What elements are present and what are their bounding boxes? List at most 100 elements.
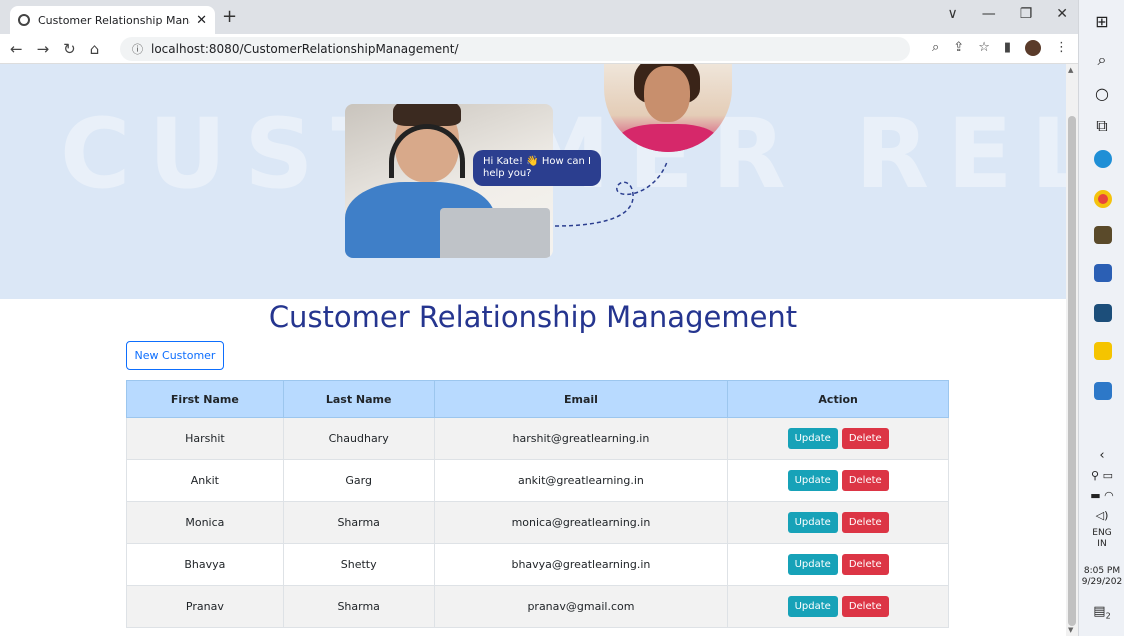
scroll-up-arrow-icon[interactable]: ▲ bbox=[1068, 66, 1073, 74]
app-icon[interactable] bbox=[1094, 226, 1112, 244]
notification-count: 2 bbox=[1105, 611, 1111, 621]
cell-first-name: Ankit bbox=[126, 459, 284, 502]
scrollbar-thumb[interactable] bbox=[1068, 116, 1076, 626]
clock-date: 9/29/202 bbox=[1081, 577, 1123, 587]
update-button[interactable]: Update bbox=[787, 596, 838, 617]
cell-email: pranav@gmail.com bbox=[433, 585, 729, 628]
scroll-down-arrow-icon[interactable]: ▼ bbox=[1068, 626, 1073, 634]
cell-actions: Update Delete bbox=[727, 501, 949, 544]
customer-image bbox=[604, 64, 732, 152]
delete-button[interactable]: Delete bbox=[841, 428, 889, 449]
word-icon[interactable] bbox=[1094, 264, 1112, 282]
delete-button[interactable]: Delete bbox=[841, 512, 889, 533]
info-icon[interactable]: ⓘ bbox=[132, 41, 143, 57]
cell-actions: Update Delete bbox=[727, 585, 949, 628]
globe-icon bbox=[18, 14, 30, 26]
tab-title: Customer Relationship Managem bbox=[38, 13, 190, 27]
toolbar-icons: ⌕ ⇪ ☆ ▮ ⋮ bbox=[932, 40, 1068, 56]
header-last-name: Last Name bbox=[282, 380, 435, 418]
photos-icon[interactable] bbox=[1094, 382, 1112, 400]
profile-avatar[interactable] bbox=[1025, 40, 1041, 56]
clock-time: 8:05 PM bbox=[1083, 566, 1121, 576]
cell-last-name: Sharma bbox=[282, 585, 435, 628]
cell-actions: Update Delete bbox=[727, 459, 949, 502]
bookmark-star-icon[interactable]: ☆ bbox=[978, 40, 990, 56]
tab-close-icon[interactable]: ✕ bbox=[196, 13, 207, 28]
table-row: Pranav Sharma pranav@gmail.com Update Del… bbox=[126, 585, 949, 628]
new-customer-button[interactable]: New Customer bbox=[126, 341, 224, 370]
task-view-icon[interactable]: ⧉ bbox=[1079, 116, 1124, 136]
clock[interactable]: 8:05 PM 9/29/202 bbox=[1079, 566, 1124, 588]
cell-actions: Update Delete bbox=[727, 417, 949, 460]
menu-kebab-icon[interactable]: ⋮ bbox=[1055, 40, 1068, 56]
forward-icon[interactable]: → bbox=[37, 40, 50, 58]
update-button[interactable]: Update bbox=[787, 470, 838, 491]
edge-icon[interactable] bbox=[1094, 150, 1112, 168]
nav-buttons: ← → ↻ ⌂ bbox=[0, 40, 99, 58]
delete-button[interactable]: Delete bbox=[841, 470, 889, 491]
reload-icon[interactable]: ↻ bbox=[63, 40, 76, 58]
update-button[interactable]: Update bbox=[787, 512, 838, 533]
tray-icons[interactable]: ⚲ ▭ bbox=[1079, 470, 1124, 481]
dashed-connector bbox=[555, 161, 668, 227]
header-email: Email bbox=[433, 380, 729, 418]
back-icon[interactable]: ← bbox=[10, 40, 23, 58]
restore-icon[interactable]: ❐ bbox=[1020, 6, 1033, 22]
browser-tab-bar: Customer Relationship Managem ✕ + ∨ — ❐ … bbox=[0, 0, 1078, 34]
table-header-row: First Name Last Name Email Action bbox=[126, 380, 949, 418]
side-panel-icon[interactable]: ▮ bbox=[1004, 40, 1011, 56]
new-tab-button[interactable]: + bbox=[222, 6, 237, 27]
file-explorer-icon[interactable] bbox=[1094, 342, 1112, 360]
delete-button[interactable]: Delete bbox=[841, 596, 889, 617]
table-row: Monica Sharma monica@greatlearning.in Up… bbox=[126, 501, 949, 544]
page-title: Customer Relationship Management bbox=[268, 300, 798, 334]
page-scrollbar[interactable]: ▲ ▼ bbox=[1066, 64, 1078, 636]
code-icon[interactable] bbox=[1094, 304, 1112, 322]
chrome-icon[interactable] bbox=[1094, 190, 1112, 208]
tray-chevron-icon[interactable]: ‹ bbox=[1079, 449, 1124, 462]
cell-last-name: Garg bbox=[282, 459, 435, 502]
page-content: CUSTOMER RELATIONS Hi Kate! 👋 How can I … bbox=[0, 64, 1066, 636]
cell-first-name: Harshit bbox=[126, 417, 284, 460]
header-first-name: First Name bbox=[126, 380, 284, 418]
table-row: Ankit Garg ankit@greatlearning.in Update… bbox=[126, 459, 949, 502]
cell-email: monica@greatlearning.in bbox=[433, 501, 729, 544]
cortana-icon[interactable]: ○ bbox=[1079, 84, 1124, 103]
address-bar[interactable]: ⓘ localhost:8080/CustomerRelationshipMan… bbox=[120, 37, 910, 61]
delete-button[interactable]: Delete bbox=[841, 554, 889, 575]
windows-start-icon[interactable]: ⊞ bbox=[1079, 12, 1124, 31]
browser-tab[interactable]: Customer Relationship Managem ✕ bbox=[10, 6, 215, 34]
header-action: Action bbox=[727, 380, 949, 418]
screen: Customer Relationship Managem ✕ + ∨ — ❐ … bbox=[0, 0, 1124, 636]
share-icon[interactable]: ⇪ bbox=[953, 40, 964, 56]
language-code: ENG bbox=[1092, 528, 1112, 538]
tab-search-icon[interactable]: ∨ bbox=[947, 6, 957, 22]
volume-icon[interactable]: ◁) bbox=[1079, 510, 1124, 521]
cell-email: bhavya@greatlearning.in bbox=[433, 543, 729, 586]
cell-first-name: Monica bbox=[126, 501, 284, 544]
url-text[interactable]: localhost:8080/CustomerRelationshipManag… bbox=[151, 42, 459, 56]
zoom-icon[interactable]: ⌕ bbox=[932, 40, 939, 56]
search-icon[interactable]: ⌕ bbox=[1079, 50, 1124, 70]
hero-banner: CUSTOMER RELATIONS Hi Kate! 👋 How can I … bbox=[0, 64, 1066, 299]
cell-actions: Update Delete bbox=[727, 543, 949, 586]
windows-taskbar: ⊞ ⌕ ○ ⧉ ‹ ⚲ ▭ ▬ ◠ ◁) ENG IN 8:05 PM 9/29… bbox=[1078, 0, 1124, 636]
network-icon[interactable]: ▬ ◠ bbox=[1079, 490, 1124, 501]
region-code: IN bbox=[1097, 539, 1107, 549]
home-icon[interactable]: ⌂ bbox=[90, 40, 100, 58]
close-window-icon[interactable]: ✕ bbox=[1056, 6, 1068, 22]
update-button[interactable]: Update bbox=[787, 554, 838, 575]
table-row: Bhavya Shetty bhavya@greatlearning.in Up… bbox=[126, 543, 949, 586]
cell-last-name: Shetty bbox=[282, 543, 435, 586]
language-indicator[interactable]: ENG IN bbox=[1079, 528, 1124, 550]
minimize-icon[interactable]: — bbox=[982, 6, 996, 22]
update-button[interactable]: Update bbox=[787, 428, 838, 449]
laptop-image bbox=[440, 208, 550, 258]
cell-last-name: Sharma bbox=[282, 501, 435, 544]
cell-first-name: Bhavya bbox=[126, 543, 284, 586]
notification-icon[interactable]: ▤2 bbox=[1079, 605, 1124, 622]
window-controls: ∨ — ❐ ✕ bbox=[947, 6, 1068, 22]
cell-email: ankit@greatlearning.in bbox=[433, 459, 729, 502]
cell-first-name: Pranav bbox=[126, 585, 284, 628]
customer-table: First Name Last Name Email Action Harshi… bbox=[126, 380, 949, 628]
